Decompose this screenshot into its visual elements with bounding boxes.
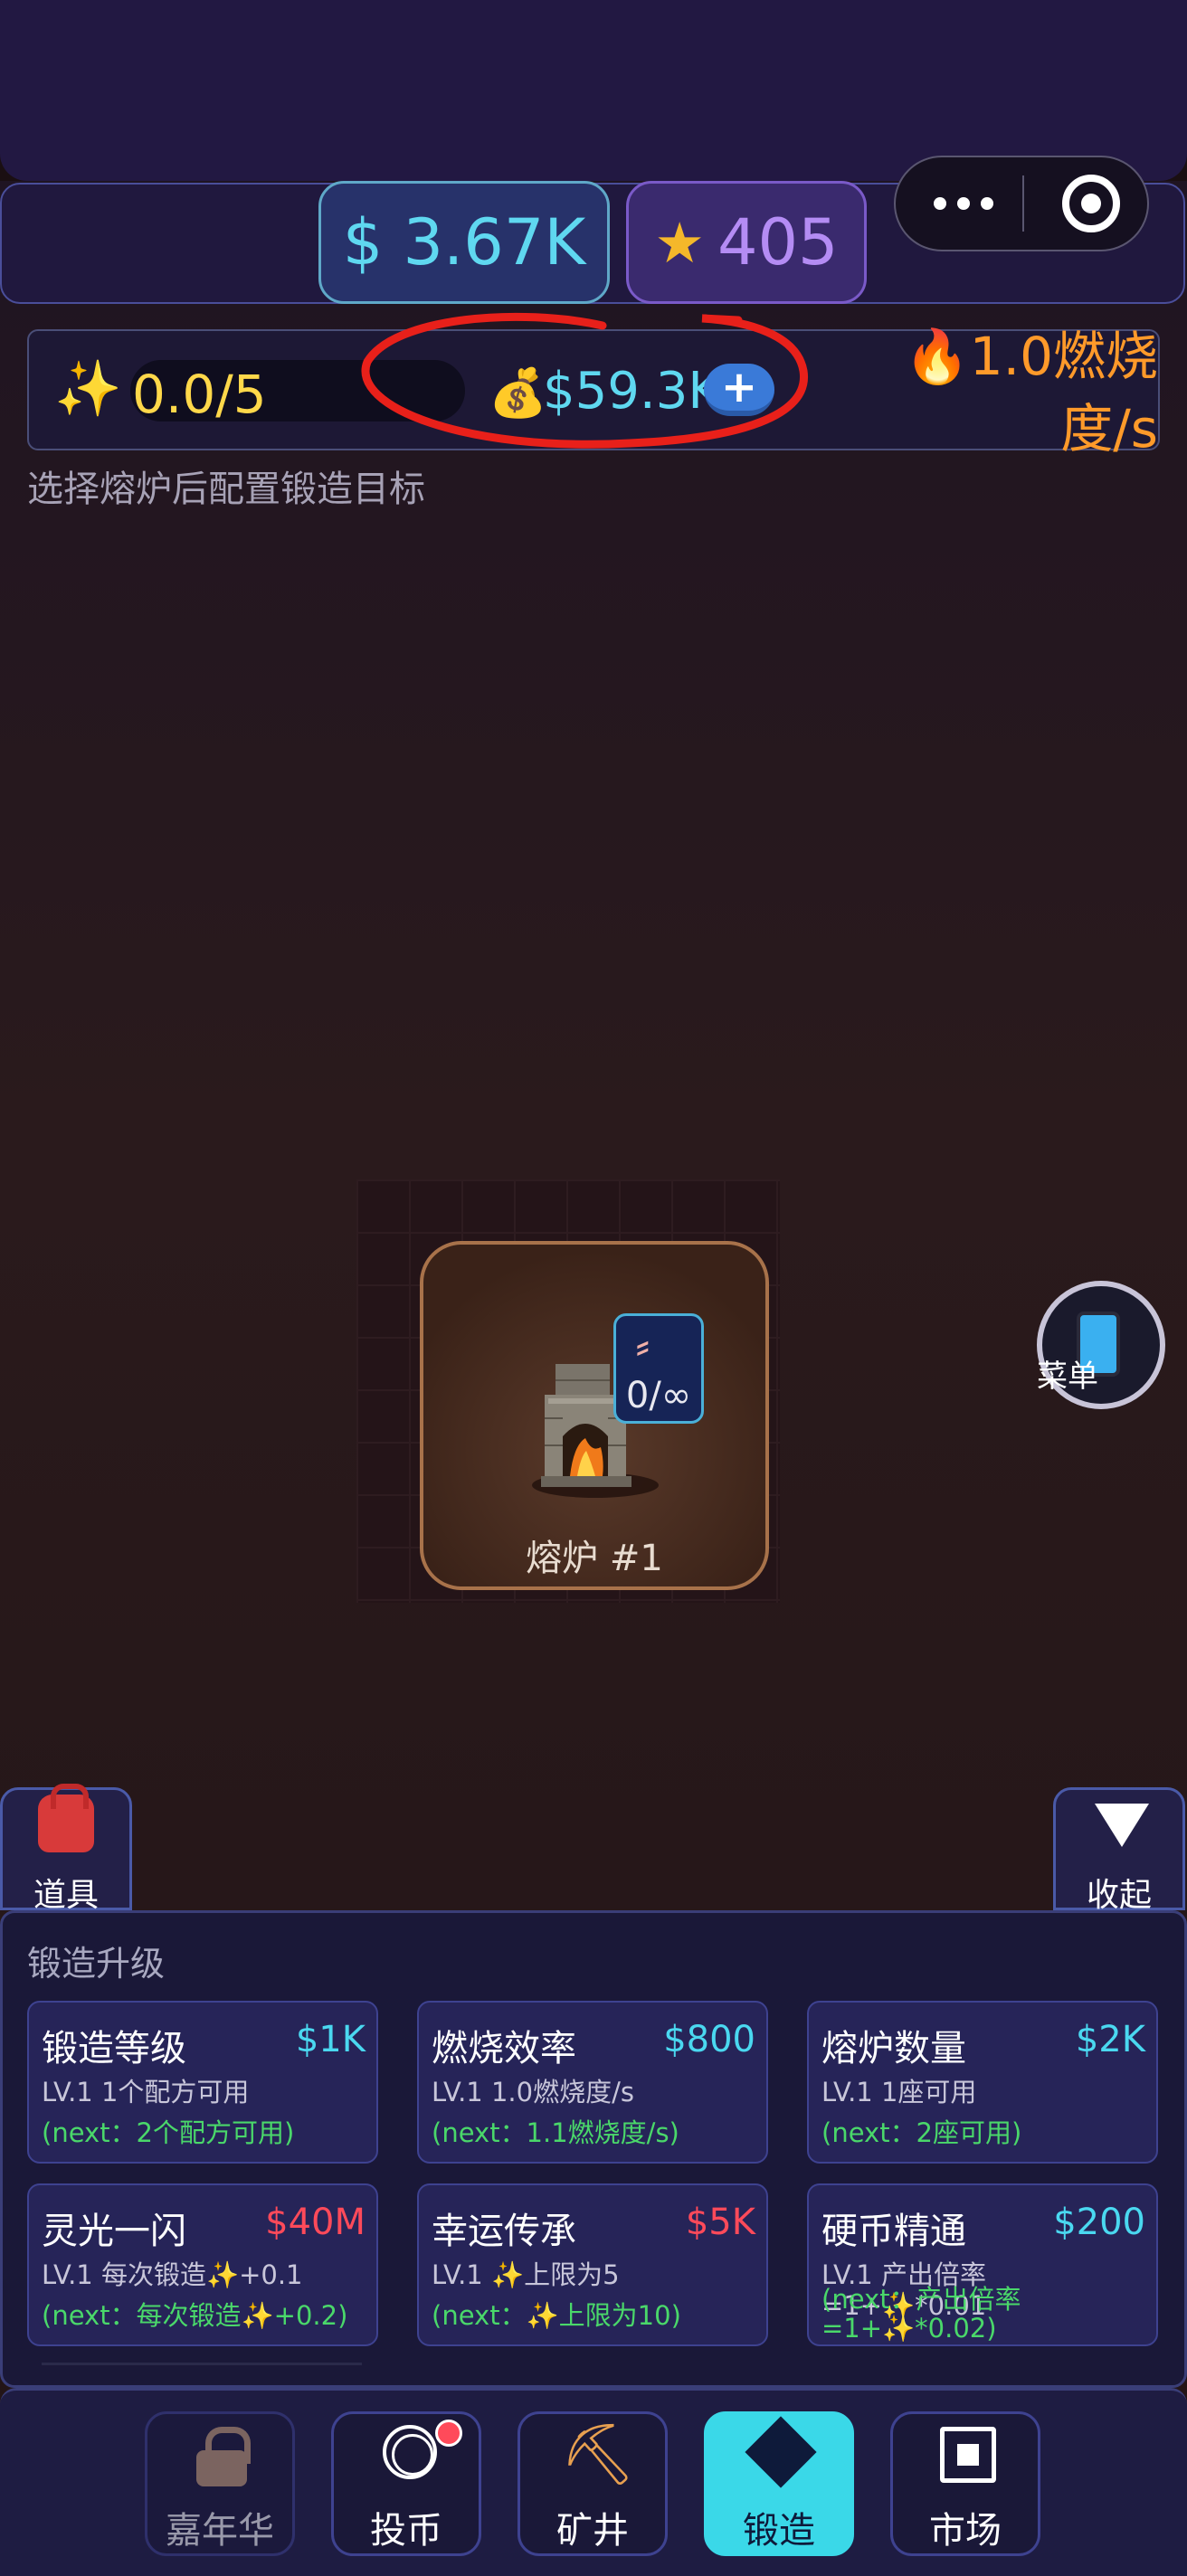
upgrade-name: 燃烧效率 xyxy=(432,2028,576,2069)
upgrade-next: (next：1.1燃烧度/s) xyxy=(432,2117,679,2148)
upgrade-name: 硬币精通 xyxy=(821,2211,966,2252)
burn-rate: 🔥1.0燃烧 度/s xyxy=(887,320,1158,465)
items-label: 道具 xyxy=(33,1877,99,1914)
upgrade-panel-title: 锻造升级 xyxy=(27,1944,166,1984)
upgrade-name: 幸运传承 xyxy=(432,2211,576,2252)
menu-label: 菜单 xyxy=(1037,1359,1098,1395)
upgrade-name: 灵光一闪 xyxy=(42,2211,186,2252)
upgrade-cost: $40M xyxy=(265,2202,366,2243)
upgrade-name: 熔炉数量 xyxy=(821,2028,966,2069)
tab-coin[interactable]: 投币 xyxy=(331,2411,481,2556)
notification-dot xyxy=(435,2420,462,2447)
close-miniprogram-button[interactable] xyxy=(1062,175,1120,232)
money-display: $ 3.67K xyxy=(318,181,610,304)
sparkle-icon: ✨ xyxy=(54,357,122,421)
upgrade-next: (next：产出倍率=1+✨*0.02) xyxy=(821,2284,1021,2344)
tab-carnival[interactable]: 嘉年华 xyxy=(145,2411,295,2556)
tab-forge[interactable]: 锻造 xyxy=(704,2411,854,2556)
pickaxe-icon: ⛏ xyxy=(560,2420,636,2489)
upgrade-cost: $5K xyxy=(685,2202,755,2243)
coin-icon xyxy=(383,2425,437,2479)
upgrade-next: (next：✨上限为10) xyxy=(432,2300,681,2331)
tab-mine[interactable]: ⛏ 矿井 xyxy=(518,2411,668,2556)
upgrade-next: (next：每次锻造✨+0.2) xyxy=(42,2300,348,2331)
upgrade-card-forge-level[interactable]: 锻造等级 $1K LV.1 1个配方可用 (next：2个配方可用) xyxy=(27,2001,378,2164)
upgrade-next: (next：2座可用) xyxy=(821,2117,1022,2148)
triangle-down-icon xyxy=(1095,1804,1149,1847)
hammer-icon: ⸗ xyxy=(636,1322,650,1368)
more-options-button[interactable] xyxy=(905,197,1022,210)
capsule-divider xyxy=(1022,175,1024,232)
collapse-label: 收起 xyxy=(1086,1877,1152,1914)
upgrade-cost: $800 xyxy=(663,2019,755,2060)
burn-rate-line1: 🔥1.0燃烧 xyxy=(904,326,1158,387)
upgrade-cost: $1K xyxy=(295,2019,366,2060)
upgrade-card-burn-efficiency[interactable]: 燃烧效率 $800 LV.1 1.0燃烧度/s (next：1.1燃烧度/s) xyxy=(417,2001,768,2164)
star-display: ★ 405 xyxy=(626,181,867,304)
panel-divider xyxy=(42,2363,362,2365)
upgrade-card-furnace-count[interactable]: 熔炉数量 $2K LV.1 1座可用 (next：2座可用) xyxy=(807,2001,1158,2164)
money-value: $ 3.67K xyxy=(342,205,586,279)
red-annotation-circle xyxy=(361,312,808,449)
tab-label: 投币 xyxy=(370,2510,442,2552)
diamond-icon xyxy=(745,2416,817,2488)
tab-label: 市场 xyxy=(929,2510,1002,2552)
tab-label: 嘉年华 xyxy=(166,2510,274,2552)
burn-rate-line2: 度/s xyxy=(1060,398,1158,459)
upgrade-next: (next：2个配方可用) xyxy=(42,2117,295,2148)
top-background xyxy=(0,0,1187,181)
upgrade-desc: LV.1 1座可用 xyxy=(821,2077,977,2107)
miniprogram-capsule xyxy=(894,156,1149,251)
recipe-badge-value: 0/∞ xyxy=(625,1375,692,1416)
upgrade-cost: $200 xyxy=(1053,2202,1145,2243)
tab-label: 矿井 xyxy=(556,2510,629,2552)
upgrade-card-luck-inheritance[interactable]: 幸运传承 $5K LV.1 ✨上限为5 (next：✨上限为10) xyxy=(417,2183,768,2346)
furnace-label: 熔炉 #1 xyxy=(526,1538,663,1579)
upgrade-desc: LV.1 1个配方可用 xyxy=(42,2077,250,2107)
upgrade-name: 锻造等级 xyxy=(42,2028,186,2069)
upgrade-desc: LV.1 每次锻造✨+0.1 xyxy=(42,2259,303,2290)
lock-icon xyxy=(196,2427,251,2486)
star-value: 405 xyxy=(717,205,839,279)
upgrade-cost: $2K xyxy=(1075,2019,1145,2060)
market-icon xyxy=(940,2427,996,2483)
sparkle-progress-text: 0.0/5 xyxy=(132,364,267,425)
upgrade-card-coin-mastery[interactable]: 硬币精通 $200 LV.1 产出倍率=1+✨*0.01 (next：产出倍率=… xyxy=(807,2183,1158,2346)
upgrade-card-inspiration[interactable]: 灵光一闪 $40M LV.1 每次锻造✨+0.1 (next：每次锻造✨+0.2… xyxy=(27,2183,378,2346)
star-icon: ★ xyxy=(654,209,705,276)
tab-label: 锻造 xyxy=(743,2510,815,2552)
upgrade-desc: LV.1 1.0燃烧度/s xyxy=(432,2077,634,2107)
tab-market[interactable]: 市场 xyxy=(890,2411,1040,2556)
upgrade-desc: LV.1 ✨上限为5 xyxy=(432,2259,620,2290)
backpack-icon xyxy=(38,1784,94,1852)
